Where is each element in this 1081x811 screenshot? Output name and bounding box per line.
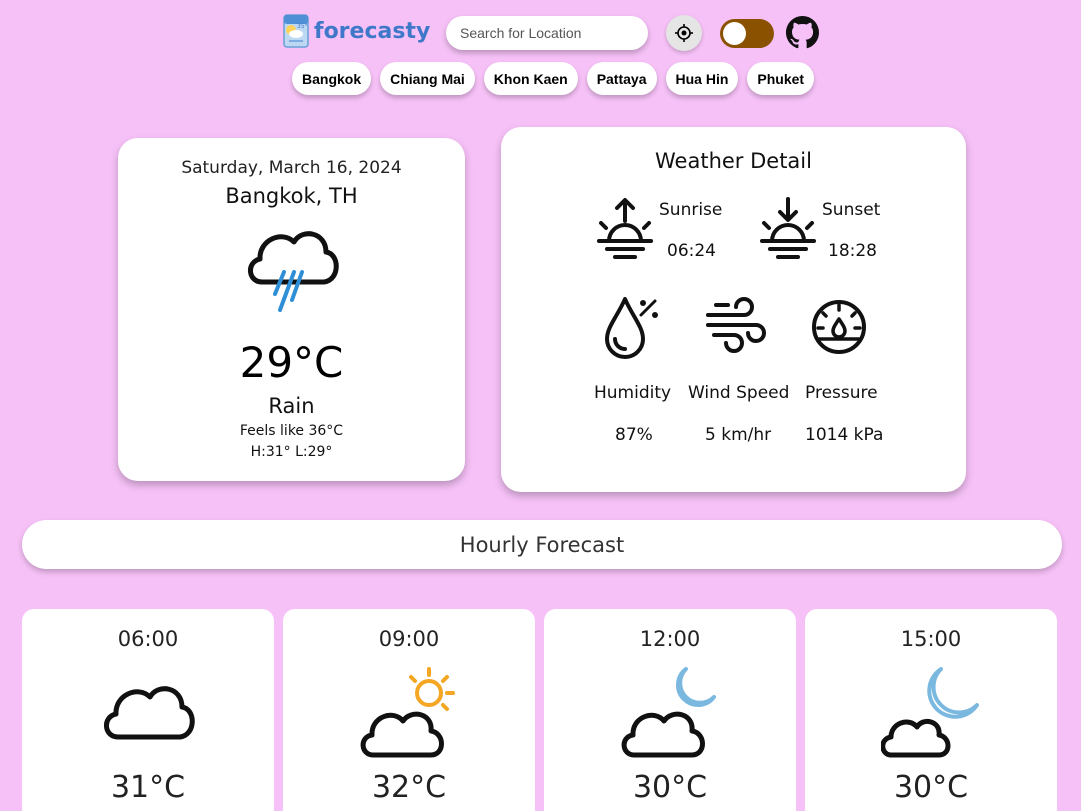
hourly-card: 06:00 31°C xyxy=(22,609,274,811)
theme-toggle[interactable] xyxy=(720,19,774,48)
current-location-button[interactable] xyxy=(666,15,702,51)
search-input[interactable] xyxy=(446,16,648,50)
hourly-card: 09:00 32°C xyxy=(283,609,535,811)
pressure-label: Pressure xyxy=(805,383,878,403)
city-button-bangkok[interactable]: Bangkok xyxy=(292,62,372,95)
humidity-value: 87% xyxy=(615,425,653,445)
hour-temperature: 30°C xyxy=(893,770,969,805)
hourly-card: 12:00 30°C xyxy=(544,609,796,811)
hour-time: 15:00 xyxy=(900,627,962,651)
hour-time: 09:00 xyxy=(378,627,440,651)
feels-like: Feels like 36°C xyxy=(239,423,344,439)
cloud-icon xyxy=(104,686,195,740)
current-weather-card: Saturday, March 16, 2024 Bangkok, TH 29°… xyxy=(118,138,465,481)
wind-speed-value: 5 km/hr xyxy=(705,425,772,445)
city-button-pattaya[interactable]: Pattaya xyxy=(586,62,657,95)
hour-time: 12:00 xyxy=(639,627,701,651)
sunset-icon xyxy=(760,197,816,259)
sunrise-time: 06:24 xyxy=(667,241,716,261)
city-button-khon-kaen[interactable]: Khon Kaen xyxy=(483,62,578,95)
current-temperature: 29°C xyxy=(239,338,344,387)
logo-text: forecasty xyxy=(314,18,431,44)
weather-detail-card: Weather Detail Sunrise 06:24 Sunset 18:2… xyxy=(501,127,966,492)
app-logo[interactable]: 35° forecasty xyxy=(282,13,430,49)
city-shortcuts: Bangkok Chiang Mai Khon Kaen Pattaya Hua… xyxy=(292,62,815,95)
hour-time: 06:00 xyxy=(117,627,179,651)
hourly-forecast-header: Hourly Forecast xyxy=(22,520,1062,569)
hourly-card: 15:00 30°C xyxy=(805,609,1057,811)
city-button-chiang-mai[interactable]: Chiang Mai xyxy=(380,62,475,95)
moon-cloud-icon xyxy=(621,667,716,758)
wind-icon xyxy=(706,297,766,353)
sunset-time: 18:28 xyxy=(828,241,877,261)
humidity-icon xyxy=(605,297,658,359)
humidity-label: Humidity xyxy=(594,383,672,403)
pressure-value: 1014 kPa xyxy=(805,425,884,445)
current-condition: Rain xyxy=(268,394,315,418)
sun-cloud-icon xyxy=(360,667,455,758)
city-button-phuket[interactable]: Phuket xyxy=(747,62,815,95)
logo-icon: 35° xyxy=(283,14,309,48)
hour-temperature: 30°C xyxy=(632,770,708,805)
rain-cloud-icon xyxy=(248,231,339,312)
current-location: Bangkok, TH xyxy=(225,184,358,208)
github-icon[interactable] xyxy=(786,16,819,49)
toggle-knob xyxy=(723,22,746,45)
moon-cloud-icon xyxy=(881,667,979,758)
svg-text:35°: 35° xyxy=(297,23,308,30)
crosshair-icon xyxy=(675,24,693,42)
pressure-gauge-icon xyxy=(812,300,866,354)
wind-speed-label: Wind Speed xyxy=(688,383,790,403)
sunrise-icon xyxy=(597,198,653,259)
current-date: Saturday, March 16, 2024 xyxy=(181,158,402,178)
hour-temperature: 32°C xyxy=(371,770,447,805)
sunset-label: Sunset xyxy=(822,200,881,220)
sunrise-label: Sunrise xyxy=(659,200,723,220)
high-low: H:31° L:29° xyxy=(250,444,333,460)
detail-title: Weather Detail xyxy=(655,149,812,173)
city-button-hua-hin[interactable]: Hua Hin xyxy=(665,62,739,95)
hour-temperature: 31°C xyxy=(110,770,186,805)
